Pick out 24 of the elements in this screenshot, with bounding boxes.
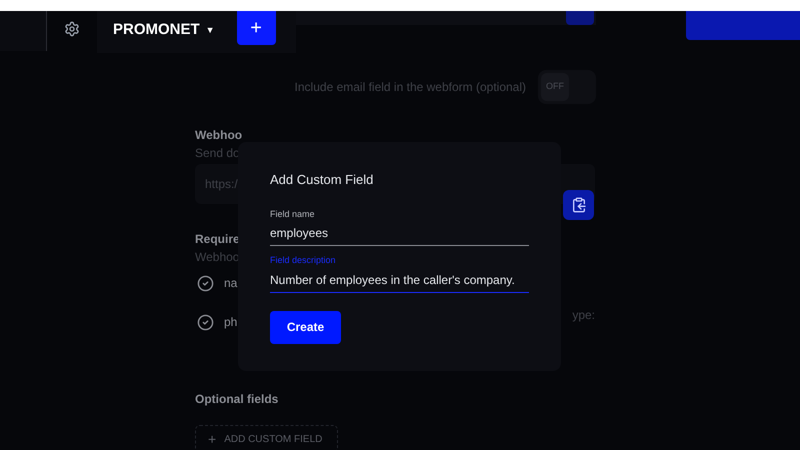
optional-title: Optional fields [195,391,280,408]
clipboard-icon [570,197,586,213]
settings-icon[interactable] [64,21,80,37]
text-field[interactable]: Field description Number of employees in the caller's company. [270,254,529,292]
text-field[interactable]: Field name employees [270,208,529,246]
workspace-dropdown[interactable]: PROMONET ▼ [113,19,215,42]
webhook-title: Webhoo [195,127,242,144]
account-button[interactable] [686,11,800,40]
required-title: Require [195,231,240,248]
required-field-label: na [224,275,238,292]
required-subtitle: Webhoo [195,249,240,266]
field-value: employees [270,225,330,242]
field-label: Field description [270,254,337,267]
email-toggle-label: Include email field in the webform (optional) [294,79,526,96]
copy-url-button[interactable] [563,190,594,220]
add-button[interactable]: + [236,11,276,45]
type-label: ype: [572,307,595,324]
text-area[interactable] [296,11,596,25]
required-field-label: ph [224,314,238,331]
dialog-title: Add Custom Field [270,171,374,189]
field-label: Field name [270,208,316,220]
field-value: Number of employees in the caller's company. [270,272,516,288]
create-button[interactable]: Create [270,310,341,344]
toggle-state: OFF [541,73,569,101]
